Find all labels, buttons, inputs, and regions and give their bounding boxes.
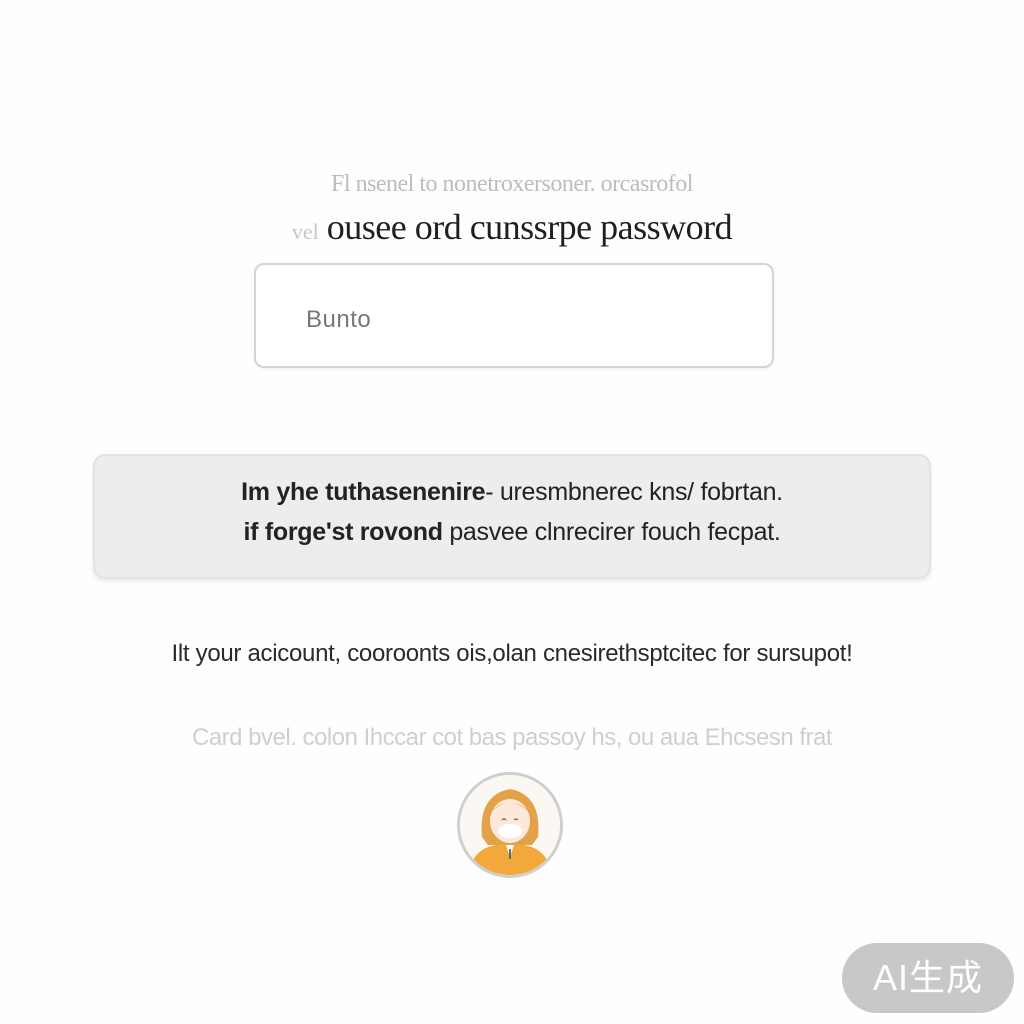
avatar-illustration: [460, 775, 560, 875]
ai-generated-badge: AI生成: [842, 943, 1014, 1013]
title-row: vel ousee ord cunssrpe password: [0, 206, 1024, 256]
reset-button-label-2-bold: if forge'st rovond: [243, 518, 443, 546]
support-info-text: Ilt your acicount, cooroonts ois,olan cn…: [171, 640, 853, 667]
title-prefix: vel: [291, 219, 319, 244]
reset-button-label-line-1[interactable]: Im yhe tuthasenenire- uresmbnerec kns/ f…: [0, 478, 1024, 507]
page-title: ousee ord cunssrpe password: [326, 207, 733, 247]
forgot-password-page: Fl nsenel to nonetroxersoner. orcasrofol…: [0, 0, 1024, 1024]
reset-button-label-line-2[interactable]: if forge'st rovond pasvee clnrecirer fou…: [0, 518, 1024, 547]
reset-button-label-1-bold: Im yhe tuthasenenire: [241, 478, 486, 506]
username-input[interactable]: Bunto: [254, 263, 774, 368]
faded-hint-text: Card bvel. colon Ihccar cot bas passoy h…: [191, 724, 833, 751]
reset-button-label-2-rest: pasvee clnrecirer fouch fecpat.: [449, 518, 781, 546]
reset-password-button[interactable]: [93, 454, 931, 579]
page-subtitle: Fl nsenel to nonetroxersoner. orcasrofol: [331, 171, 693, 197]
reset-button-label-1-rest: - uresmbnerec kns/ fobrtan.: [485, 478, 783, 506]
user-avatar-icon: [457, 772, 563, 878]
username-input-value: Bunto: [306, 306, 372, 333]
